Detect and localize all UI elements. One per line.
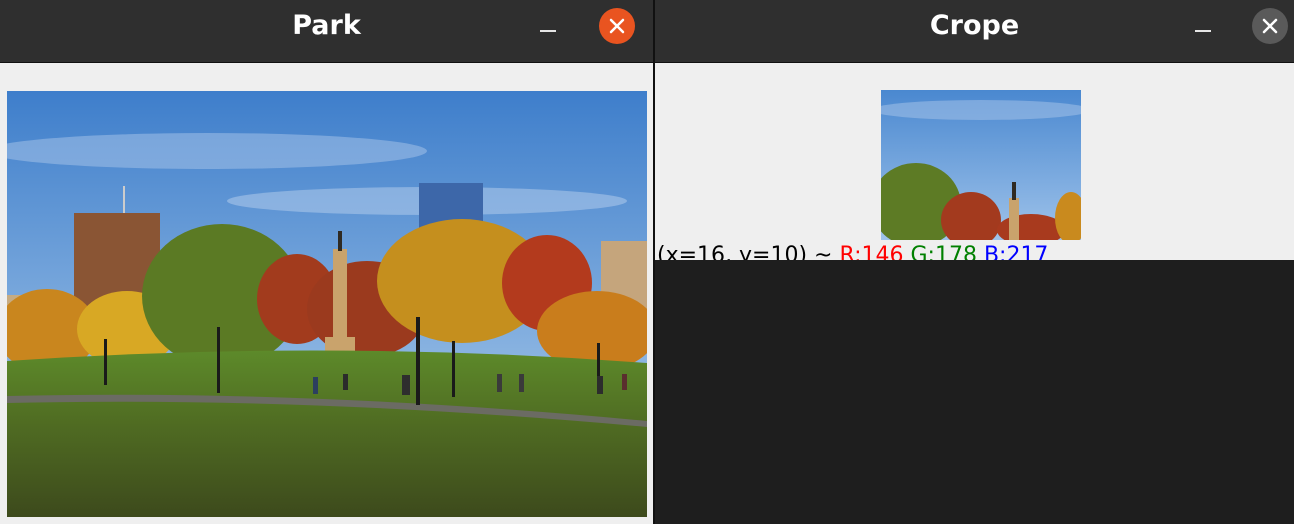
park-window: Park (0, 0, 653, 524)
green-value: G:178 (910, 243, 977, 260)
coord-readout: (x=16, y=10) ~ (657, 243, 840, 260)
red-value: R:146 (839, 243, 904, 260)
crope-window-content: (x=16, y=10) ~ R:146 G:178 B:217 (655, 63, 1294, 260)
minimize-icon[interactable] (540, 30, 556, 32)
close-icon (609, 18, 625, 34)
close-button[interactable] (1252, 8, 1288, 44)
crope-window: Crope (x=16, y=10) ~ R:146 G:178 B:217 (655, 0, 1294, 260)
cropped-photo (881, 90, 1081, 240)
crope-titlebar[interactable]: Crope (655, 0, 1294, 63)
close-icon (1262, 18, 1278, 34)
close-button[interactable] (599, 8, 635, 44)
park-photo (7, 91, 647, 517)
park-window-content (0, 63, 653, 524)
park-titlebar[interactable]: Park (0, 0, 653, 63)
pixel-readout: (x=16, y=10) ~ R:146 G:178 B:217 (657, 243, 1048, 260)
blue-value: B:217 (983, 243, 1049, 260)
minimize-icon[interactable] (1195, 30, 1211, 32)
